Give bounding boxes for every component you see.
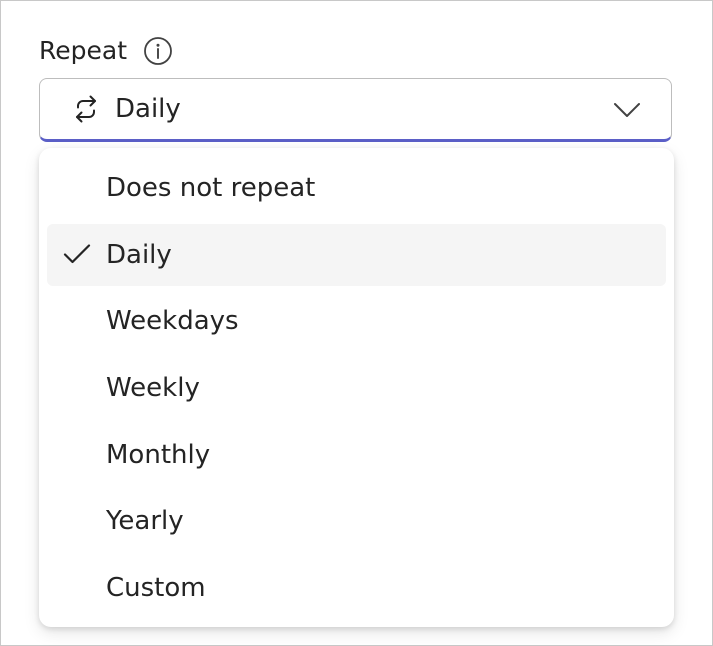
option-custom[interactable]: Custom <box>47 557 666 619</box>
option-label: Monthly <box>106 439 211 470</box>
option-does-not-repeat[interactable]: Does not repeat <box>47 157 666 219</box>
option-label: Yearly <box>106 506 184 537</box>
repeat-label: Repeat <box>39 36 128 65</box>
option-label: Custom <box>106 573 206 604</box>
checkmark-icon <box>63 243 91 265</box>
repeat-select[interactable]: Daily <box>39 78 672 142</box>
chevron-down-icon <box>613 101 641 119</box>
info-icon[interactable] <box>143 36 173 66</box>
repeat-label-row: Repeat <box>39 31 173 71</box>
repeat-select-value: Daily <box>115 94 181 124</box>
option-label: Weekdays <box>106 306 239 337</box>
repeat-icon <box>69 92 103 126</box>
option-monthly[interactable]: Monthly <box>47 424 666 486</box>
option-label: Weekly <box>106 373 200 404</box>
option-weekdays[interactable]: Weekdays <box>47 290 666 352</box>
option-yearly[interactable]: Yearly <box>47 490 666 552</box>
option-label: Does not repeat <box>106 173 316 203</box>
repeat-options-listbox: Does not repeat Daily Weekdays Weekly Mo… <box>39 148 674 627</box>
option-weekly[interactable]: Weekly <box>47 357 666 419</box>
repeat-panel: Repeat Daily Does not repeat Daily Weekd… <box>0 0 713 646</box>
option-label: Daily <box>106 239 172 270</box>
option-daily[interactable]: Daily <box>47 223 666 286</box>
